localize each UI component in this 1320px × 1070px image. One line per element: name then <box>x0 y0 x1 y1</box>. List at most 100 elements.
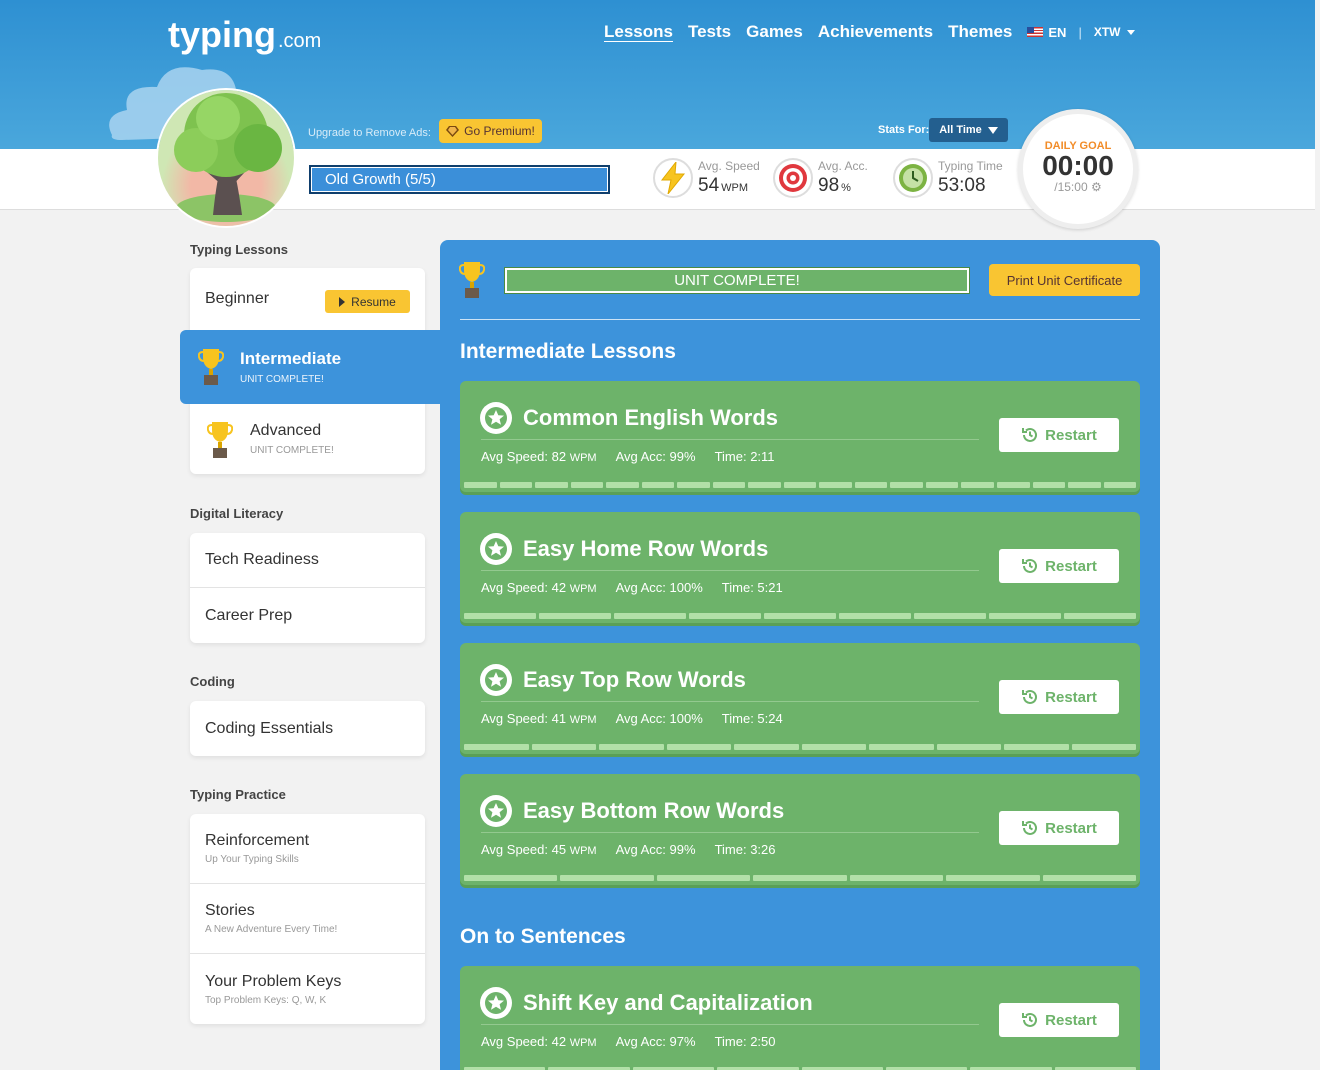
unit-complete-bar: UNIT COMPLETE! <box>504 267 970 294</box>
logo[interactable]: typing .com <box>168 14 321 56</box>
sidebar-item-stories[interactable]: Stories A New Adventure Every Time! <box>190 884 425 954</box>
restart-button[interactable]: Restart <box>999 549 1119 583</box>
sidebar-item-beginner[interactable]: Beginner Resume <box>190 268 425 330</box>
section-title-sentences: On to Sentences <box>460 925 626 948</box>
progress-segment <box>839 613 911 619</box>
lesson-stats: Avg Speed: 42 WPM Avg Acc: 100% Time: 5:… <box>481 580 783 595</box>
digital-literacy-heading: Digital Literacy <box>190 506 284 521</box>
nav-themes[interactable]: Themes <box>948 22 1012 42</box>
lesson-title: Easy Top Row Words <box>523 667 746 692</box>
nav-games[interactable]: Games <box>746 22 803 42</box>
progress-segment <box>1103 482 1137 488</box>
sidebar-item-problem-keys[interactable]: Your Problem Keys Top Problem Keys: Q, W… <box>190 954 425 1024</box>
sidebar-item-reinforcement[interactable]: Reinforcement Up Your Typing Skills <box>190 814 425 884</box>
lesson-stats: Avg Speed: 45 WPM Avg Acc: 99% Time: 3:2… <box>481 842 776 857</box>
history-icon <box>1022 558 1038 573</box>
lesson-time: Time: 2:50 <box>714 1034 776 1049</box>
stats-period-dropdown[interactable]: All Time <box>929 118 1008 142</box>
diamond-icon <box>446 125 460 137</box>
history-icon <box>1022 427 1038 442</box>
sidebar-item-advanced[interactable]: Advanced UNIT COMPLETE! <box>190 404 425 474</box>
lesson-divider <box>481 832 979 833</box>
nav-lessons[interactable]: Lessons <box>604 22 673 42</box>
stats-for-label: Stats For: <box>878 124 930 136</box>
restart-button[interactable]: Restart <box>999 418 1119 452</box>
lesson-card[interactable]: Common English Words Avg Speed: 82 WPM A… <box>460 381 1140 492</box>
chevron-down-icon <box>1126 29 1135 35</box>
target-icon <box>773 158 813 198</box>
lesson-progress-bar <box>464 613 1136 619</box>
star-icon <box>480 533 512 565</box>
typing-practice-heading: Typing Practice <box>190 787 286 802</box>
lesson-time: Time: 5:24 <box>721 711 783 726</box>
section-title-intermediate: Intermediate Lessons <box>460 340 676 363</box>
lightning-icon <box>653 158 693 198</box>
resume-button[interactable]: Resume <box>325 290 410 313</box>
progress-segment <box>925 482 959 488</box>
nav-achievements[interactable]: Achievements <box>818 22 933 42</box>
daily-goal-time: 00:00 <box>1042 150 1114 181</box>
avg-speed-stat: Avg. Speed 54 WPM <box>653 158 760 198</box>
progress-segment <box>764 613 836 619</box>
progress-segment <box>656 875 751 881</box>
lesson-stats: Avg Speed: 42 WPM Avg Acc: 97% Time: 2:5… <box>481 1034 776 1049</box>
lesson-speed: Avg Speed: 42 WPM <box>481 1034 597 1049</box>
progress-segment <box>641 482 675 488</box>
progress-segment <box>1032 482 1066 488</box>
history-icon <box>1022 820 1038 835</box>
sidebar-item-coding-essentials[interactable]: Coding Essentials <box>190 701 425 756</box>
play-icon <box>339 296 346 307</box>
star-icon <box>480 987 512 1019</box>
restart-button[interactable]: Restart <box>999 811 1119 845</box>
user-menu[interactable]: XTW <box>1094 25 1135 39</box>
upgrade-text: Upgrade to Remove Ads: <box>308 127 431 139</box>
progress-segment <box>748 482 781 488</box>
trophy-icon <box>459 262 485 298</box>
progress-segment <box>801 744 866 750</box>
avatar <box>158 90 294 226</box>
sidebar-item-intermediate[interactable]: Intermediate UNIT COMPLETE! <box>180 330 442 404</box>
progress-segment <box>464 482 497 488</box>
lessons-panel: UNIT COMPLETE! Print Unit Certificate In… <box>440 240 1160 1070</box>
sidebar-item-tech-readiness[interactable]: Tech Readiness <box>190 533 425 588</box>
coding-card: Coding Essentials <box>190 701 425 756</box>
progress-segment <box>946 875 1040 881</box>
lesson-time: Time: 3:26 <box>714 842 776 857</box>
restart-button[interactable]: Restart <box>999 680 1119 714</box>
lesson-card[interactable]: Easy Top Row Words Avg Speed: 41 WPM Avg… <box>460 643 1140 754</box>
print-certificate-button[interactable]: Print Unit Certificate <box>989 264 1140 296</box>
progress-segment <box>535 482 568 488</box>
lesson-accuracy: Avg Acc: 99% <box>615 842 696 857</box>
lesson-card[interactable]: Shift Key and Capitalization Avg Speed: … <box>460 966 1140 1070</box>
lesson-card[interactable]: Easy Home Row Words Avg Speed: 42 WPM Av… <box>460 512 1140 623</box>
typing-practice-card: Reinforcement Up Your Typing Skills Stor… <box>190 814 425 1024</box>
language-selector[interactable]: EN <box>1027 25 1066 40</box>
lesson-title: Common English Words <box>523 405 779 430</box>
progress-segment <box>464 613 536 619</box>
nav-tests[interactable]: Tests <box>688 22 731 42</box>
go-premium-button[interactable]: Go Premium! <box>439 119 542 143</box>
avg-accuracy-stat: Avg. Acc. 98% <box>773 158 868 198</box>
lesson-time: Time: 5:21 <box>721 580 783 595</box>
progress-segment <box>606 482 639 488</box>
lesson-divider <box>481 439 979 440</box>
restart-button[interactable]: Restart <box>999 1003 1119 1037</box>
progress-segment <box>539 613 611 619</box>
progress-segment <box>1068 482 1101 488</box>
progress-segment <box>989 613 1061 619</box>
sidebar-item-career-prep[interactable]: Career Prep <box>190 588 425 643</box>
lesson-accuracy: Avg Acc: 100% <box>615 711 703 726</box>
lesson-speed: Avg Speed: 42 WPM <box>481 580 597 595</box>
gear-icon[interactable]: ⚙ <box>1091 180 1102 194</box>
progress-segment <box>854 482 888 488</box>
divider <box>460 319 1140 320</box>
progress-segment <box>914 613 986 619</box>
lesson-title: Shift Key and Capitalization <box>523 990 813 1015</box>
lesson-time: Time: 2:11 <box>714 449 775 464</box>
progress-segment <box>849 875 944 881</box>
clock-icon <box>893 158 933 198</box>
tree-illustration <box>174 93 282 222</box>
daily-goal-widget[interactable]: DAILY GOAL 00:00 /15:00 ⚙ <box>1018 109 1138 229</box>
typing-lessons-heading: Typing Lessons <box>190 242 288 257</box>
lesson-card[interactable]: Easy Bottom Row Words Avg Speed: 45 WPM … <box>460 774 1140 885</box>
